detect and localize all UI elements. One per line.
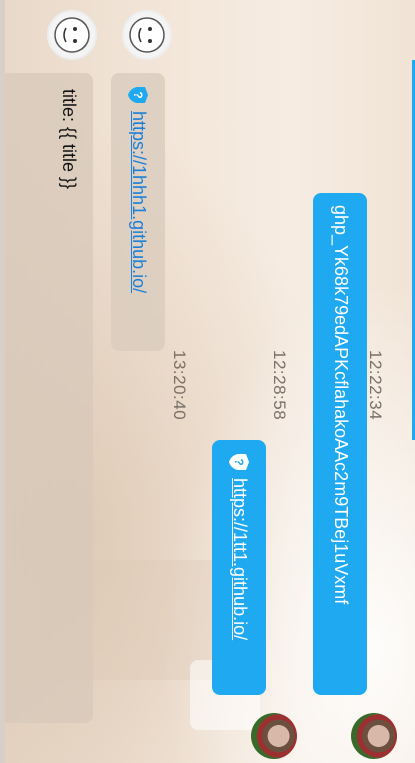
message-timestamp: 12:28:58: [270, 350, 289, 421]
user-photo-avatar[interactable]: [351, 713, 397, 759]
message-link[interactable]: https://1tt1.github.io/: [229, 478, 250, 640]
panel-text: title: {{ title }}: [59, 89, 79, 190]
message-timestamp: 12:22:34: [366, 350, 385, 421]
question-shield-icon: ?: [229, 454, 250, 470]
message-timestamp: 13:20:40: [170, 350, 189, 421]
cartoon-face-avatar[interactable]: [122, 10, 172, 60]
cartoon-face-avatar[interactable]: [47, 10, 97, 60]
cartoon-face-icon: [129, 17, 165, 53]
message-row: 13:20:40: [159, 350, 189, 450]
cartoon-face-icon: [54, 17, 90, 53]
message-bubble[interactable]: ghp_Yk68k79edAPKcflahakoAAc2m9TBej1uVxmf: [313, 193, 367, 695]
chat-area[interactable]: 12:22:34 ghp_Yk68k79edAPKcflahakoAAc2m9T…: [0, 0, 415, 763]
message-link[interactable]: https://1hhh1.github.io/: [128, 111, 149, 293]
svg-text:?: ?: [233, 458, 247, 465]
message-panel[interactable]: title: {{ title }}: [0, 73, 93, 723]
message-bubble[interactable]: ? https://1hhh1.github.io/: [111, 73, 165, 351]
message-text[interactable]: ghp_Yk68k79edAPKcflahakoAAc2m9TBej1uVxmf: [330, 205, 351, 604]
question-shield-icon: ?: [128, 87, 149, 103]
user-photo-avatar[interactable]: [251, 713, 297, 759]
svg-text:?: ?: [132, 91, 146, 98]
message-bubble[interactable]: ? https://1tt1.github.io/: [212, 440, 266, 695]
message-row: 12:28:58: [259, 350, 289, 450]
scrollbar[interactable]: [0, 0, 5, 763]
